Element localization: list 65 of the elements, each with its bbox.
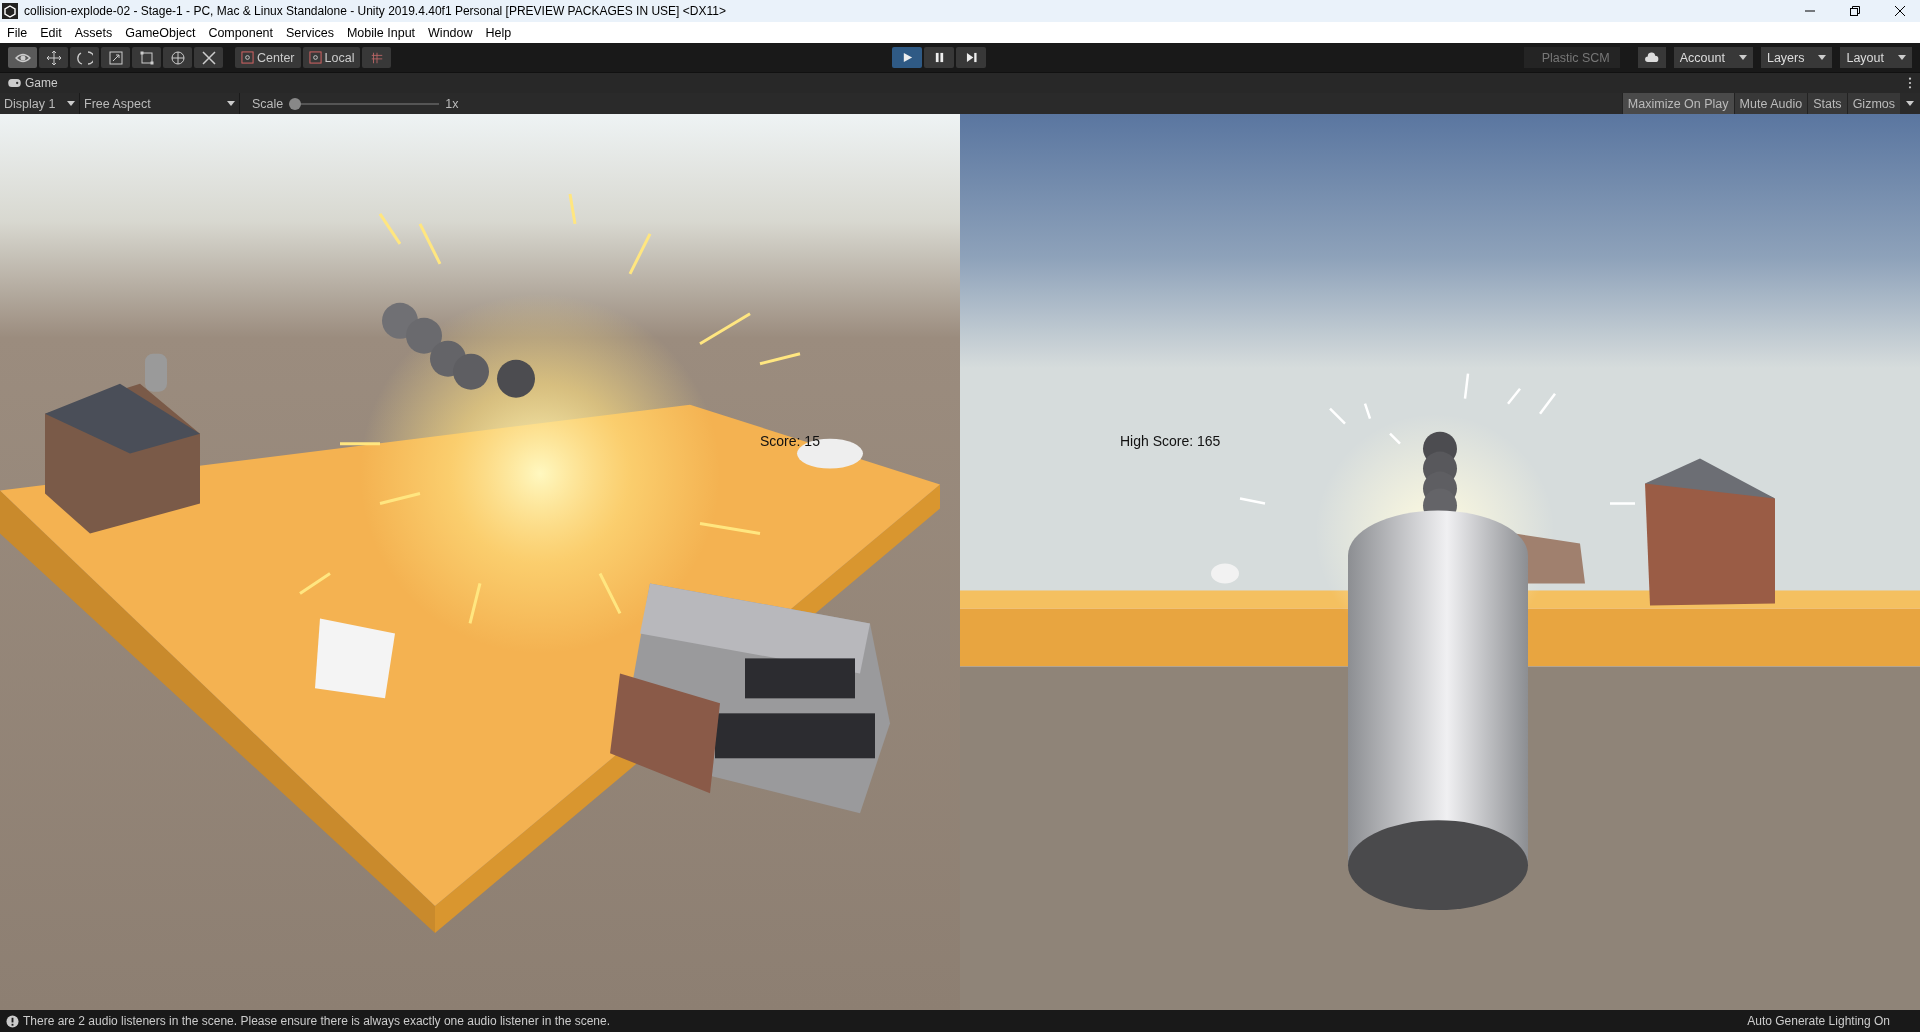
cloud-button[interactable] [1637, 47, 1666, 68]
play-icon [901, 52, 913, 63]
toggle-button[interactable]: Maximize On Play [1621, 93, 1734, 114]
pivot-button[interactable]: Local [302, 47, 361, 68]
menu-item[interactable]: Mobile Input [346, 25, 416, 40]
lighting-status: Auto Generate Lighting On [1747, 1014, 1890, 1028]
tool-button[interactable] [8, 47, 37, 68]
menu-item[interactable]: GameObject [125, 25, 196, 40]
rect-tool-icon [138, 49, 155, 66]
close-icon[interactable] [1894, 5, 1906, 17]
tool-button[interactable] [194, 47, 223, 68]
cloud-icon [1644, 52, 1660, 63]
pause-icon [933, 52, 945, 63]
score-label: Score: 15 [760, 433, 820, 449]
toggle-button[interactable]: Mute Audio [1733, 93, 1808, 114]
menu-item[interactable]: Component [208, 25, 273, 40]
menu-item[interactable]: Help [485, 25, 512, 40]
rotate-icon [76, 49, 93, 66]
menu-item[interactable]: Services [286, 25, 334, 40]
plastic-scm-button[interactable]: Plastic SCM [1523, 47, 1620, 68]
score-label: High Score: 165 [1120, 433, 1221, 449]
restore-icon[interactable] [1849, 5, 1861, 17]
window-title: collision-explode-02 - Stage-1 - PC, Mac & Linux Standalone - Unity 2019.4.40f1 Personal [PREVIEW PACKAGES IN USE] <DX11> [24, 4, 726, 18]
toggle-button[interactable]: Gizmos [1846, 93, 1900, 114]
scale-reading: 1x [444, 96, 460, 111]
menu-item[interactable]: File [7, 25, 28, 40]
move-arrows-icon [45, 49, 62, 66]
step-icon [965, 52, 977, 63]
step-button[interactable] [956, 47, 986, 68]
caret-icon [227, 101, 235, 106]
pivot-button[interactable]: Center [235, 47, 301, 68]
scale-slider[interactable] [289, 97, 440, 110]
caret-icon [1738, 55, 1747, 60]
unity-logo-icon [2, 3, 18, 19]
tool-button[interactable] [163, 47, 192, 68]
dropdown[interactable]: Account [1673, 47, 1753, 68]
scale-icon [107, 49, 124, 66]
menu-item[interactable]: Assets [74, 25, 113, 40]
more-options-icon[interactable] [1908, 77, 1912, 89]
tool-button[interactable] [132, 47, 161, 68]
game-tab[interactable]: Game [8, 76, 58, 90]
play-button[interactable] [892, 47, 922, 68]
menu-item[interactable]: Edit [40, 25, 62, 40]
scale-label: Scale [251, 96, 285, 111]
tool-button[interactable] [101, 47, 130, 68]
tool-button[interactable] [39, 47, 68, 68]
menu-item[interactable]: Window [428, 25, 473, 40]
caret-icon [67, 101, 75, 106]
toggle-button[interactable]: Stats [1807, 93, 1847, 114]
status-message: There are 2 audio listeners in the scene. Please ensure there is always exactly one audio listener in the scene. [23, 1014, 610, 1028]
dropdown[interactable]: Layers [1760, 47, 1833, 68]
dropdown[interactable]: Layout [1840, 47, 1912, 68]
crosshair-icon [169, 49, 186, 66]
gamepad-icon [8, 79, 21, 87]
tool-button[interactable] [70, 47, 99, 68]
caret-icon [1898, 55, 1906, 60]
info-icon [6, 1014, 19, 1028]
tools-icon [200, 49, 217, 66]
pause-button[interactable] [924, 47, 954, 68]
pivot-icon [241, 51, 254, 64]
grid-snap-button[interactable] [362, 47, 392, 68]
caret-icon [1818, 55, 1827, 60]
pivot-icon [308, 51, 322, 64]
grid-icon [369, 50, 384, 65]
caret-icon[interactable] [1906, 101, 1914, 106]
